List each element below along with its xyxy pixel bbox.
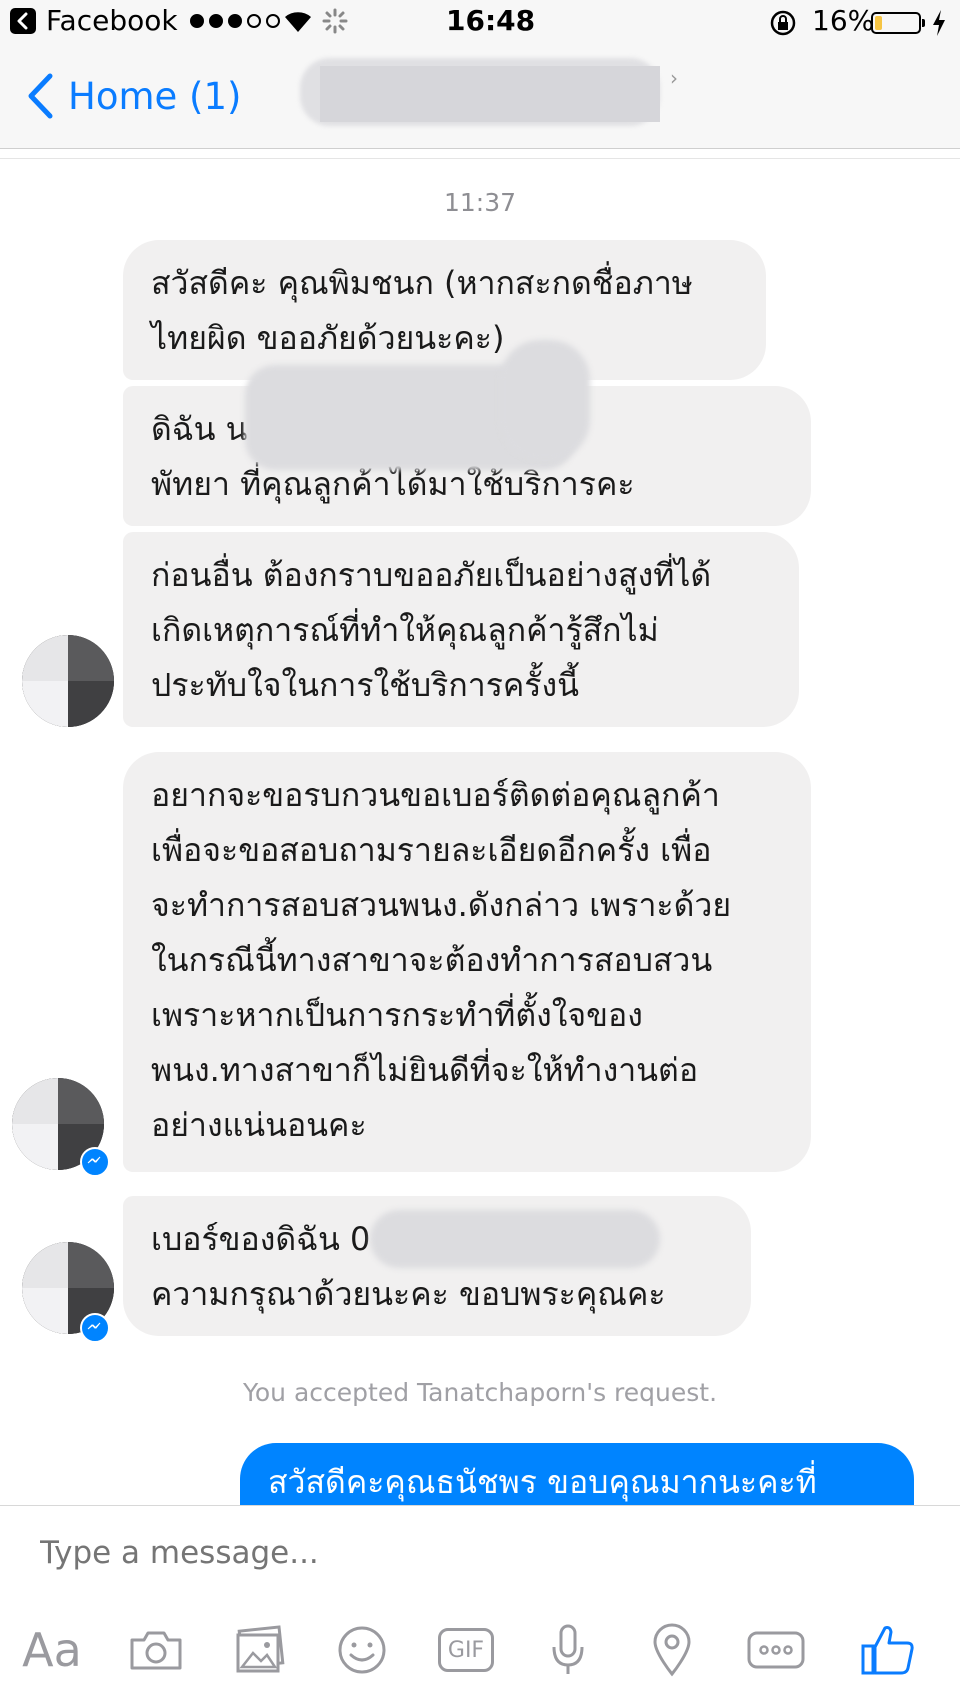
clock: 16:48 <box>446 4 536 37</box>
conversation-header: Home (1) › <box>0 46 960 149</box>
request-accepted-note: You accepted Tanatchaporn's request. <box>242 1378 718 1407</box>
battery-icon <box>871 12 925 34</box>
battery-percent: 16% <box>812 4 875 37</box>
emoji-button[interactable] <box>326 1614 398 1686</box>
camera-button[interactable] <box>120 1614 192 1686</box>
text-format-button[interactable]: Aa <box>16 1614 88 1686</box>
photo-button[interactable] <box>224 1614 296 1686</box>
redacted-name-blur <box>500 340 590 460</box>
location-button[interactable] <box>636 1614 708 1686</box>
microphone-icon <box>552 1624 584 1674</box>
contact-name-redacted-block <box>320 66 660 122</box>
location-pin-icon <box>653 1623 691 1677</box>
activity-spinner-icon <box>322 8 348 34</box>
gif-button[interactable]: GIF <box>430 1614 502 1686</box>
message-composer: Aa GIF <box>0 1505 960 1707</box>
messenger-badge-icon <box>80 1147 110 1177</box>
status-bar: Facebook 16:48 16% <box>0 0 960 46</box>
thumbs-up-icon <box>861 1626 914 1675</box>
sender-avatar[interactable] <box>22 635 114 727</box>
composer-toolbar: Aa GIF <box>0 1614 960 1694</box>
redacted-phone-blur <box>370 1210 660 1268</box>
voice-button[interactable] <box>532 1614 604 1686</box>
more-options-button[interactable] <box>740 1614 812 1686</box>
back-to-app-icon[interactable] <box>10 8 36 34</box>
contact-details-chevron-icon: › <box>670 66 678 90</box>
home-back-label: Home (1) <box>68 74 242 118</box>
signal-dot <box>247 14 261 28</box>
like-button[interactable] <box>852 1614 924 1686</box>
gif-icon: GIF <box>438 1628 494 1672</box>
photo-icon <box>236 1625 285 1673</box>
received-message-bubble[interactable]: อยากจะขอรบกวนขอเบอร์ติดต่อคุณลูกค้า เพื่… <box>123 752 811 1172</box>
home-back-button[interactable]: Home (1) <box>26 72 241 120</box>
received-message-bubble[interactable]: สวัสดีคะ คุณพิมชนก (หากสะกดชื่อภาษ ไทยผิ… <box>123 240 766 380</box>
back-app-name[interactable]: Facebook <box>46 4 178 37</box>
received-message-bubble[interactable]: ก่อนอื่น ต้องกราบขออภัยเป็นอย่างสูงที่ได… <box>123 532 799 727</box>
message-timestamp: 11:37 <box>443 188 517 217</box>
orientation-lock-icon <box>770 10 796 36</box>
charging-bolt-icon <box>933 10 945 36</box>
chevron-left-icon <box>28 73 53 119</box>
more-icon <box>747 1631 805 1669</box>
emoji-icon <box>338 1626 386 1674</box>
signal-dot <box>209 14 223 28</box>
signal-strength-indicator <box>190 14 280 28</box>
signal-dot <box>190 14 204 28</box>
messenger-badge-icon <box>80 1313 110 1343</box>
gif-label: GIF <box>447 1637 485 1663</box>
camera-icon <box>130 1631 182 1670</box>
wifi-icon <box>285 12 311 32</box>
signal-dot <box>228 14 242 28</box>
text-format-label: Aa <box>22 1623 82 1677</box>
header-divider <box>0 158 960 159</box>
message-input[interactable] <box>38 1534 922 1572</box>
signal-dot <box>266 14 280 28</box>
battery-level-fill <box>875 16 882 30</box>
